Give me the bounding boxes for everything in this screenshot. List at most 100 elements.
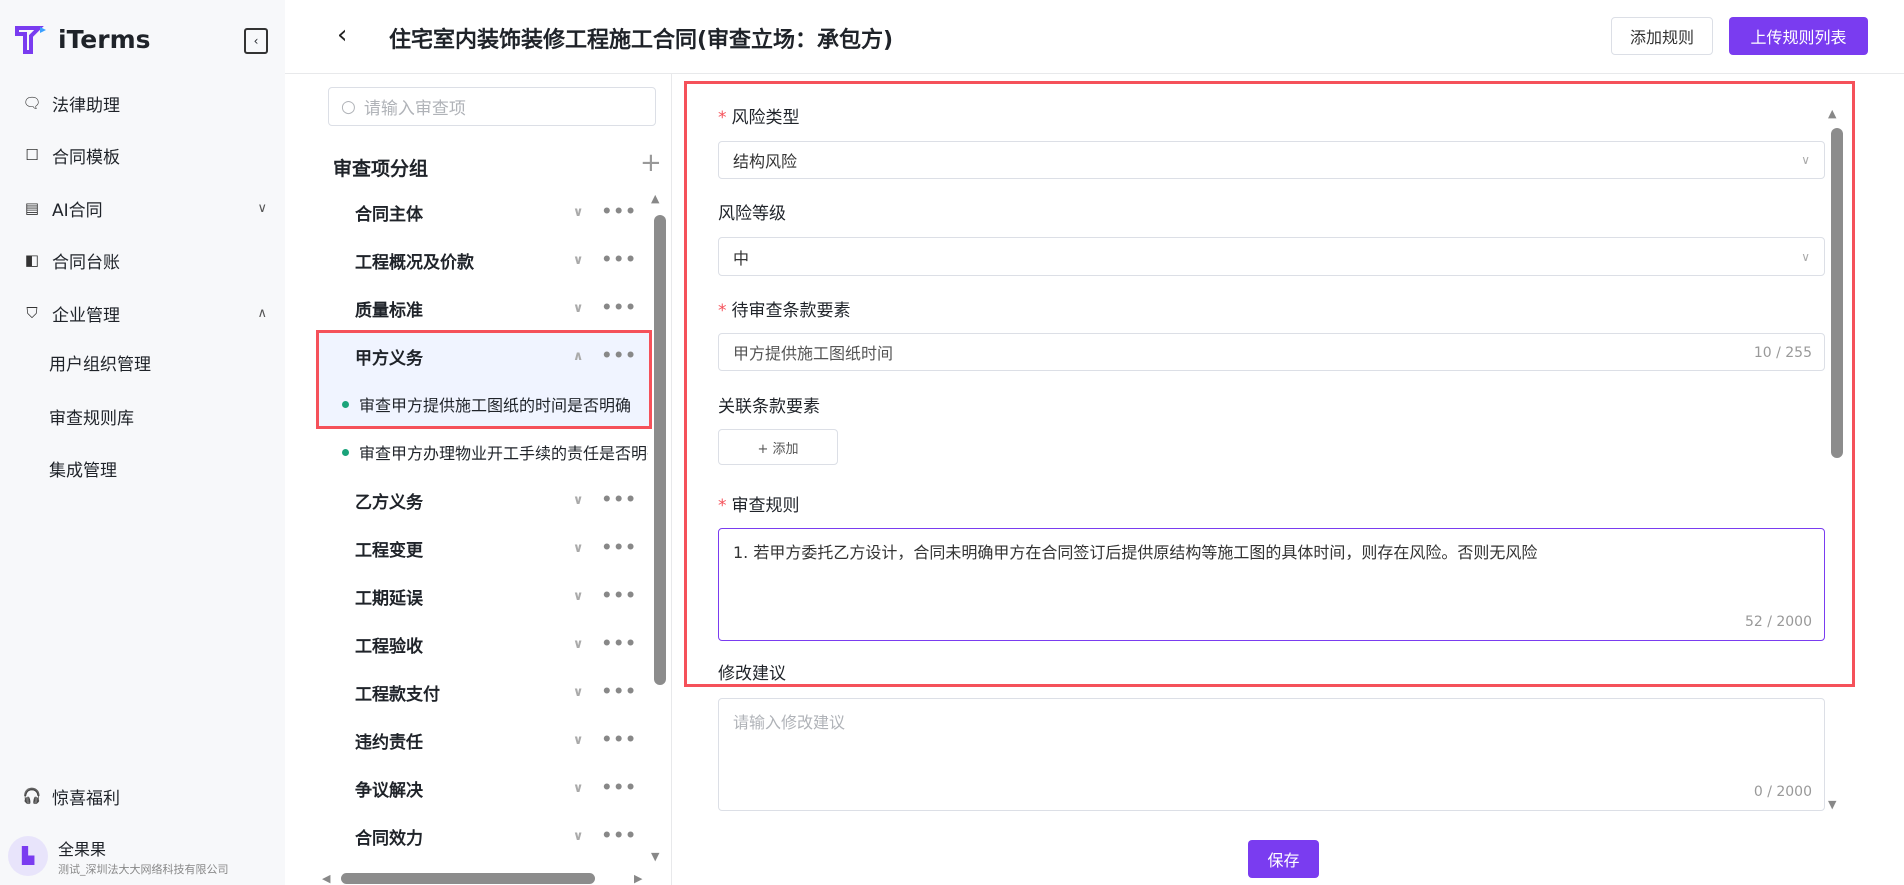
scroll-left-icon[interactable]: ◀ bbox=[322, 872, 330, 885]
chevron-down-icon[interactable]: ∨ bbox=[573, 733, 584, 748]
list-scrollbar[interactable] bbox=[654, 215, 666, 685]
more-icon[interactable]: ••• bbox=[601, 490, 637, 510]
more-icon[interactable]: ••• bbox=[601, 682, 637, 702]
page-title: 住宅室内装饰装修工程施工合同(审查立场：承包方) bbox=[389, 28, 894, 53]
nav-label: 惊喜福利 bbox=[52, 788, 120, 809]
more-icon[interactable]: ••• bbox=[601, 586, 637, 606]
group-item[interactable]: 合同主体 ∨ ••• bbox=[325, 190, 645, 234]
search-input[interactable]: ○ 请输入审查项 bbox=[328, 87, 656, 126]
group-label: 工程款支付 bbox=[355, 684, 440, 705]
form-scroll-up-icon[interactable]: ▲ bbox=[1828, 107, 1836, 120]
archive-icon: ☐ bbox=[25, 146, 39, 164]
status-dot bbox=[342, 448, 349, 456]
nav-integration[interactable]: 集成管理 bbox=[49, 451, 117, 491]
add-related-button[interactable]: + 添加 bbox=[718, 429, 838, 465]
suggestion-label: 修改建议 bbox=[718, 664, 786, 684]
group-item[interactable]: 乙方义务 ∨ ••• bbox=[325, 478, 645, 522]
save-button[interactable]: 保存 bbox=[1248, 840, 1319, 878]
more-icon[interactable]: ••• bbox=[601, 250, 637, 270]
list-hscrollbar[interactable] bbox=[341, 873, 595, 884]
chevron-down-icon: ∨ bbox=[257, 200, 267, 216]
nav-ai-contract[interactable]: ▤ AI合同 ∨ bbox=[22, 188, 267, 228]
chevron-down-icon[interactable]: ∨ bbox=[573, 637, 584, 652]
group-item[interactable]: 合同效力 ∨ ••• bbox=[325, 814, 645, 858]
more-icon[interactable]: ••• bbox=[601, 538, 637, 558]
more-icon[interactable]: ••• bbox=[601, 778, 637, 798]
chevron-down-icon[interactable]: ∨ bbox=[573, 781, 584, 796]
back-icon[interactable]: ‹ bbox=[337, 20, 347, 50]
sidebar: iTerms ‹ 🗨 法律助理 ☐ 合同模板 ▤ AI合同 ∨ ◧ 合同台账 ⛉ 企业管理 ∧… bbox=[0, 0, 285, 885]
add-group-icon[interactable]: + bbox=[640, 148, 662, 178]
form-scroll-down-icon[interactable]: ▼ bbox=[1828, 798, 1836, 811]
group-item[interactable]: 工程款支付 ∨ ••• bbox=[325, 670, 645, 714]
nav-contract-template[interactable]: ☐ 合同模板 bbox=[22, 135, 267, 175]
chevron-down-icon[interactable]: ∨ bbox=[573, 301, 584, 316]
suggestion-textarea[interactable]: 请输入修改建议 0 / 2000 bbox=[718, 698, 1825, 811]
char-count: 52 / 2000 bbox=[1744, 614, 1812, 630]
nav-legal-assistant[interactable]: 🗨 法律助理 bbox=[22, 83, 267, 123]
scroll-up-icon[interactable]: ▲ bbox=[651, 192, 659, 205]
more-icon[interactable]: ••• bbox=[601, 826, 637, 846]
brand-name: iTerms bbox=[58, 24, 151, 54]
scroll-right-icon[interactable]: ▶ bbox=[634, 872, 642, 885]
risk-type-select[interactable]: 结构风险 ∨ bbox=[718, 141, 1825, 179]
group-item[interactable]: 工程验收 ∨ ••• bbox=[325, 622, 645, 666]
nav-contract-ledger[interactable]: ◧ 合同台账 bbox=[22, 240, 267, 280]
add-rule-button[interactable]: 添加规则 bbox=[1611, 17, 1713, 55]
ledger-icon: ◧ bbox=[24, 251, 40, 269]
group-label: 乙方义务 bbox=[355, 492, 423, 513]
related-clause-label: 关联条款要素 bbox=[718, 397, 820, 417]
user-name: 全果果 bbox=[58, 840, 107, 859]
clause-input[interactable]: 甲方提供施工图纸时间 10 / 255 bbox=[718, 333, 1825, 371]
group-item[interactable]: 工程变更 ∨ ••• bbox=[325, 526, 645, 570]
more-icon[interactable]: ••• bbox=[601, 202, 637, 222]
chevron-down-icon[interactable]: ∨ bbox=[573, 493, 584, 508]
chevron-down-icon[interactable]: ∨ bbox=[573, 253, 584, 268]
chevron-down-icon[interactable]: ∨ bbox=[573, 541, 584, 556]
group-label: 工程验收 bbox=[355, 636, 423, 657]
chevron-down-icon[interactable]: ∨ bbox=[573, 685, 584, 700]
more-icon[interactable]: ••• bbox=[601, 298, 637, 318]
document-icon: ▤ bbox=[24, 199, 40, 217]
group-label: 争议解决 bbox=[355, 780, 423, 801]
user-org: 测试_深圳法大大网络科技有限公司 bbox=[58, 863, 229, 876]
nav-rule-library[interactable]: 审查规则库 bbox=[49, 399, 134, 439]
upload-rule-list-button[interactable]: 上传规则列表 bbox=[1729, 17, 1868, 55]
chevron-down-icon[interactable]: ∨ bbox=[573, 205, 584, 220]
group-item[interactable]: 工期延误 ∨ ••• bbox=[325, 574, 645, 618]
nav-user-org[interactable]: 用户组织管理 bbox=[49, 345, 151, 385]
group-title: 审查项分组 bbox=[333, 158, 429, 180]
group-label: 工程变更 bbox=[355, 540, 423, 561]
logo-icon bbox=[15, 26, 46, 54]
risk-type-label: * 风险类型 bbox=[718, 108, 800, 128]
form-scrollbar[interactable] bbox=[1831, 128, 1843, 458]
highlight-box bbox=[316, 330, 652, 429]
nav-label: 法律助理 bbox=[52, 95, 120, 116]
logo: iTerms bbox=[14, 24, 151, 54]
scroll-down-icon[interactable]: ▼ bbox=[651, 850, 659, 863]
char-count: 0 / 2000 bbox=[1753, 784, 1812, 800]
group-label: 工程概况及价款 bbox=[355, 252, 474, 273]
chat-icon: 🗨 bbox=[22, 94, 42, 112]
chevron-down-icon[interactable]: ∨ bbox=[573, 589, 584, 604]
more-icon[interactable]: ••• bbox=[601, 634, 637, 654]
group-item[interactable]: 工程概况及价款 ∨ ••• bbox=[325, 238, 645, 282]
more-icon[interactable]: ••• bbox=[601, 730, 637, 750]
collapse-sidebar-icon[interactable]: ‹ bbox=[244, 28, 268, 54]
risk-level-label: 风险等级 bbox=[718, 204, 786, 224]
avatar[interactable]: ▙ bbox=[8, 836, 48, 876]
chevron-down-icon[interactable]: ∨ bbox=[573, 829, 584, 844]
group-item[interactable]: 违约责任 ∨ ••• bbox=[325, 718, 645, 762]
nav-enterprise[interactable]: ⛉ 企业管理 ∧ bbox=[22, 293, 267, 333]
char-count: 10 / 255 bbox=[1753, 345, 1812, 361]
group-item[interactable]: 争议解决 ∨ ••• bbox=[325, 766, 645, 810]
group-item[interactable]: 质量标准 ∨ ••• bbox=[325, 286, 645, 330]
rule-textarea[interactable]: 1. 若甲方委托乙方设计，合同未明确甲方在合同签订后提供原结构等施工图的具体时间… bbox=[718, 528, 1825, 641]
rule-item[interactable]: 审查甲方办理物业开工手续的责任是否明确 bbox=[325, 432, 648, 472]
risk-level-select[interactable]: 中 ∨ bbox=[718, 237, 1825, 276]
group-label: 合同效力 bbox=[355, 828, 423, 849]
chevron-up-icon: ∧ bbox=[257, 305, 267, 321]
group-label: 质量标准 bbox=[355, 300, 423, 321]
group-label: 工期延误 bbox=[355, 588, 423, 609]
nav-bonus[interactable]: 🎧 惊喜福利 bbox=[22, 776, 267, 816]
